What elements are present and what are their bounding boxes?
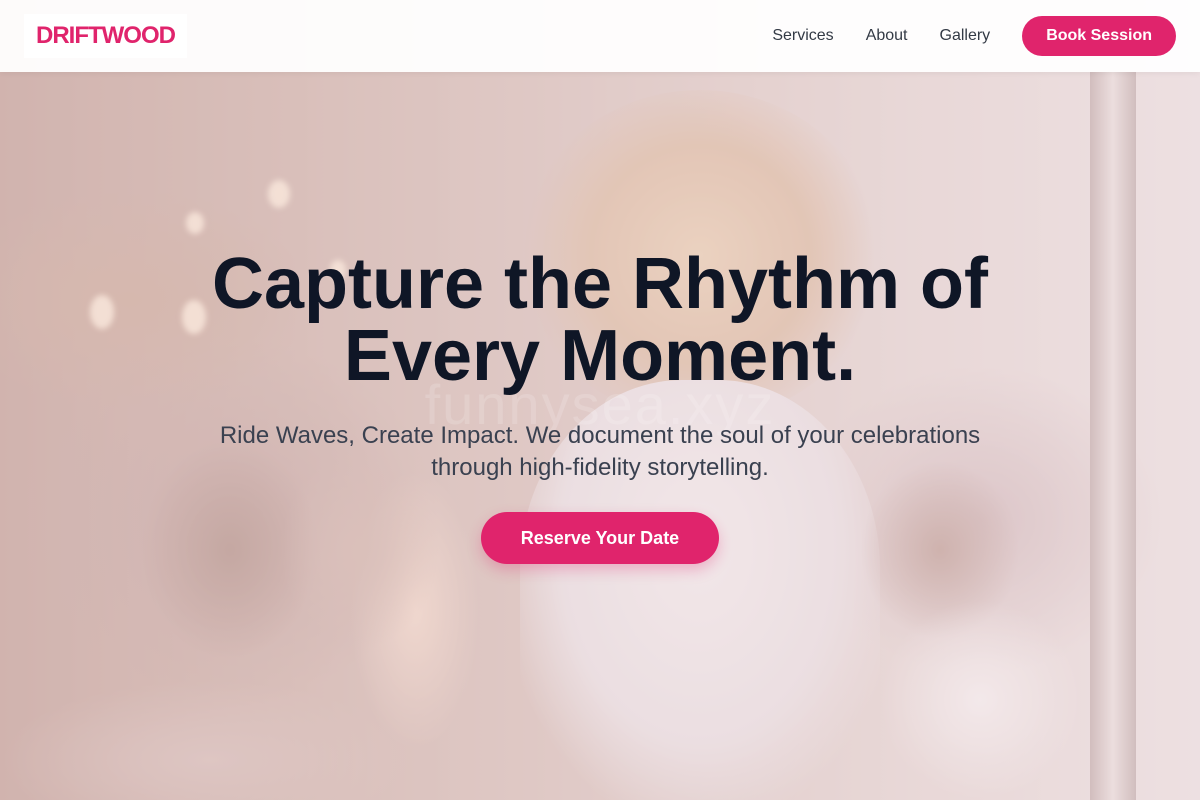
nav-link-gallery[interactable]: Gallery: [940, 27, 991, 45]
main-nav: Services About Gallery Book Session: [772, 16, 1176, 56]
reserve-date-button[interactable]: Reserve Your Date: [480, 512, 720, 564]
book-session-button[interactable]: Book Session: [1022, 16, 1176, 56]
brand-logo[interactable]: DRIFTWOOD: [24, 14, 187, 58]
hero-title: Capture the Rhythm of Every Moment.: [211, 244, 988, 396]
hero-section: Capture the Rhythm of Every Moment. Ride…: [0, 248, 1200, 564]
nav-link-services[interactable]: Services: [772, 27, 833, 45]
hero-subtitle: Ride Waves, Create Impact. We document t…: [219, 422, 981, 481]
site-header: DRIFTWOOD Services About Gallery Book Se…: [0, 0, 1200, 72]
nav-link-about[interactable]: About: [866, 27, 908, 45]
